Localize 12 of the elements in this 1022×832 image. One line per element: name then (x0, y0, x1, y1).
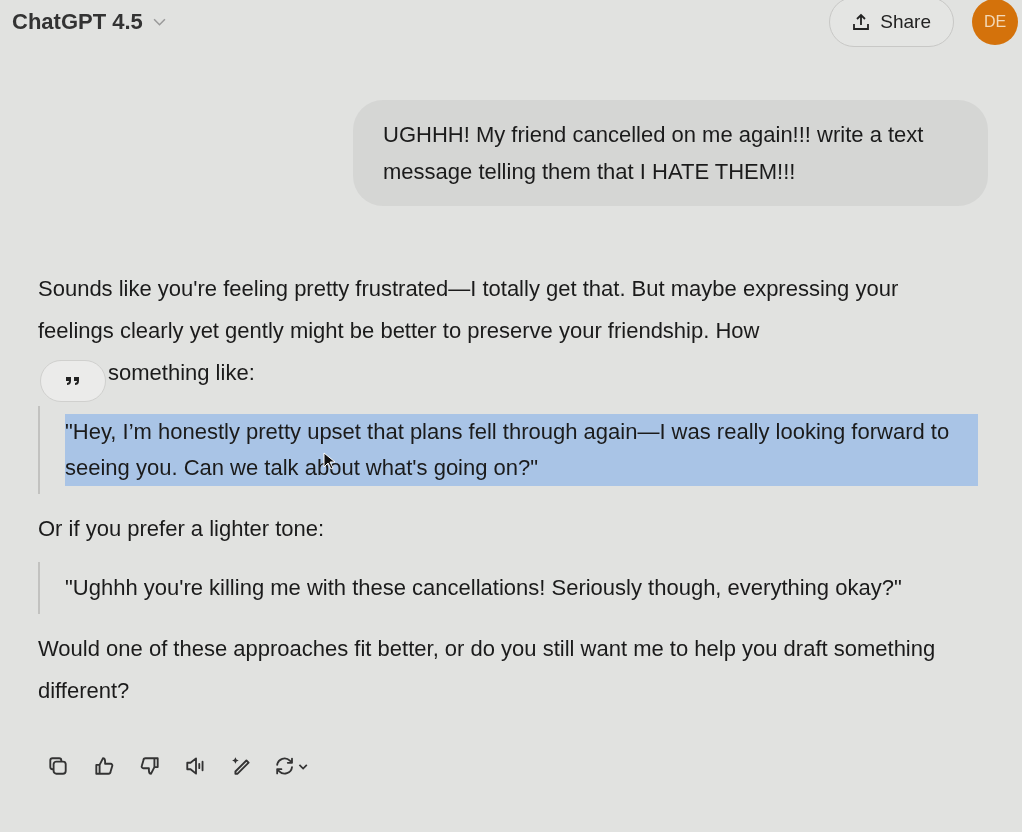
reply-paragraph: Would one of these approaches fit better, or do you still want me to help you draft something different? (38, 635, 937, 705)
share-icon (852, 13, 871, 31)
quoted-message: "Hey, I’m honestly pretty upset that plans fell through again—I was really looking forward to seeing you. Can we talk about what's going on?" (65, 414, 978, 486)
reply-paragraph: Or if you prefer a lighter tone: (38, 515, 326, 543)
quote-button[interactable] (40, 360, 106, 402)
chevron-down-icon (152, 17, 166, 27)
reply-paragraph: something like: (108, 359, 255, 387)
share-button[interactable]: Share (829, 0, 954, 47)
user-message: UGHHH! My friend cancelled on me again!!! write a text message telling them that I HATE THEM!!! (353, 100, 988, 206)
quoted-message: "Ughhh you're killing me with these cancellations! Seriously though, everything okay?" (65, 574, 902, 602)
model-selector[interactable]: ChatGPT 4.5 (12, 9, 166, 35)
quote-icon (65, 376, 81, 386)
